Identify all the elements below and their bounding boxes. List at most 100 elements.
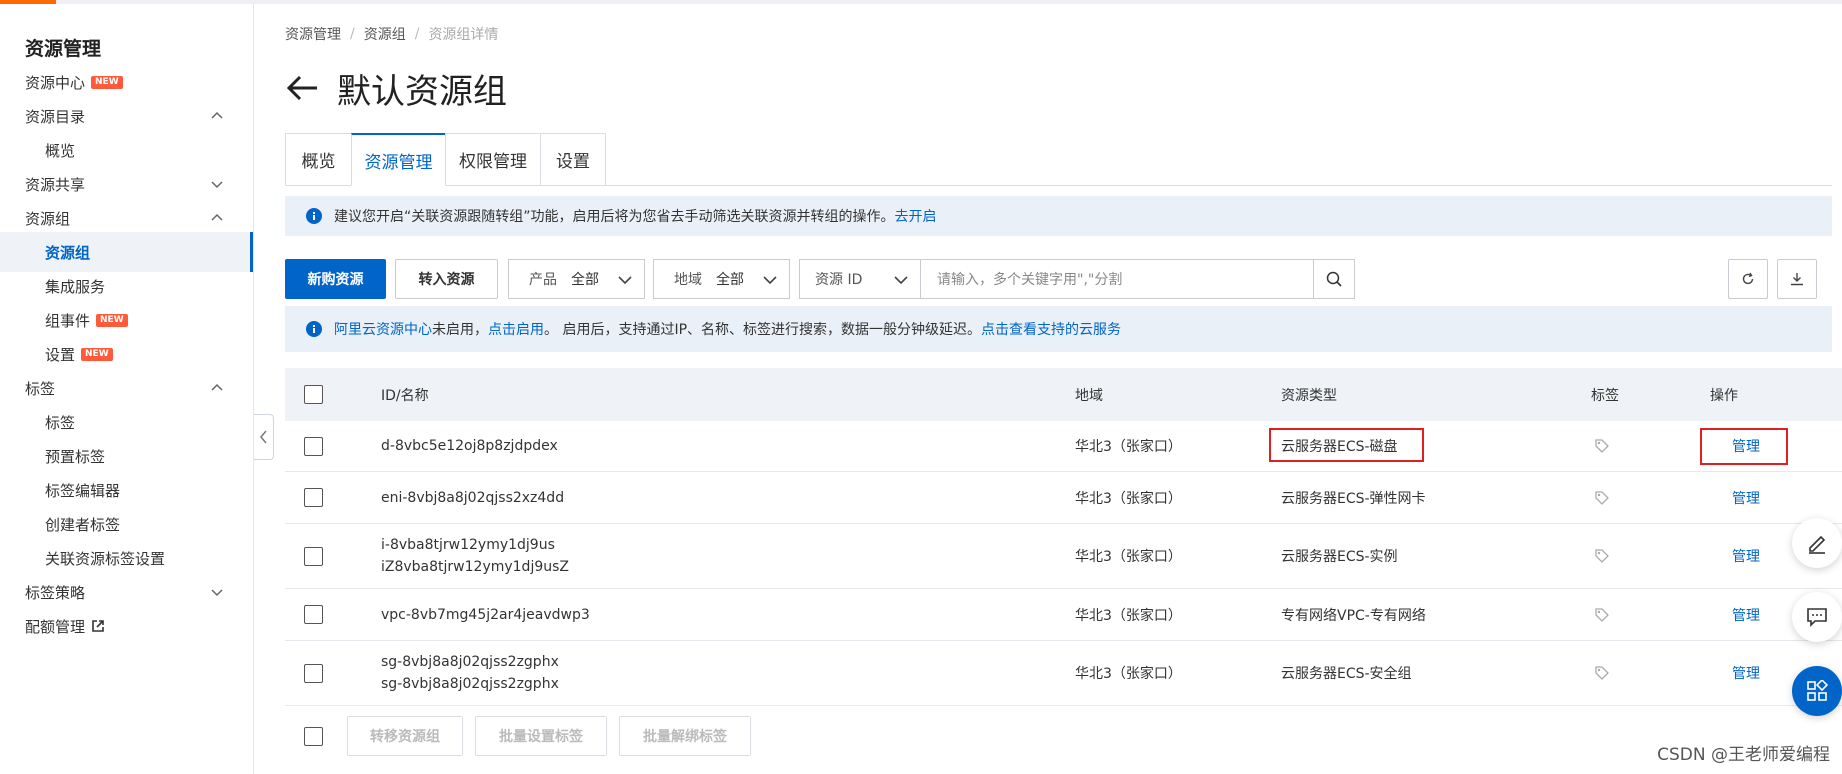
search-input[interactable]: 请输入，多个关键字用","分割 (921, 259, 1314, 299)
tag-icon[interactable] (1594, 607, 1610, 623)
chevron-down-icon (211, 589, 223, 597)
back-arrow-icon[interactable] (285, 73, 319, 103)
sidebar-collapse-handle[interactable] (254, 414, 274, 460)
region-cell: 华北3（张家口） (1075, 439, 1182, 455)
region-cell: 华北3（张家口） (1075, 490, 1182, 507)
manage-link[interactable]: 管理 (1732, 488, 1760, 508)
resource-center-link[interactable]: 阿里云资源中心 (334, 319, 432, 339)
resource-name: iZ8vba8tjrw12ymy1dj9usZ (381, 559, 570, 575)
buy-resource-button[interactable]: 新购资源 (285, 259, 386, 299)
enable-link[interactable]: 去开启 (895, 206, 937, 226)
resource-id-cell: sg-8vbj8a8j02qjss2zgphx sg-8vbj8a8j02qjs… (381, 641, 559, 705)
sidebar-item-label: 创建者标签 (45, 515, 121, 534)
row-checkbox[interactable] (304, 488, 323, 507)
select-all-checkbox[interactable] (304, 385, 323, 404)
info-icon (306, 321, 322, 337)
chat-icon (1807, 608, 1827, 627)
batch-set-tags-button[interactable]: 批量设置标签 (475, 716, 607, 756)
resource-type-cell: 云服务器ECS-安全组 (1281, 666, 1412, 682)
page-header: 默认资源组 (285, 66, 507, 112)
table-row: vpc-8vb7mg45j2ar4jeavdwp3 华北3（张家口） 专有网络V… (285, 589, 1842, 641)
tag-icon[interactable] (1594, 665, 1610, 681)
resource-id: eni-8vbj8a8j02qjss2xz4dd (381, 489, 565, 506)
chevron-down-icon (763, 276, 777, 285)
manage-link[interactable]: 管理 (1732, 546, 1760, 566)
batch-unbind-tags-button[interactable]: 批量解绑标签 (619, 716, 751, 756)
sidebar-item-label: 资源共享 (25, 175, 86, 194)
tag-icon[interactable] (1594, 438, 1610, 454)
manage-link-cell: 管理 (1732, 472, 1760, 523)
tag-cell (1594, 472, 1610, 523)
download-button[interactable] (1777, 259, 1817, 299)
sidebar-item-label: 配额管理 (25, 617, 86, 636)
table-header: ID/名称 地域 资源类型 标签 操作 (285, 368, 1842, 421)
breadcrumb-separator: / (350, 26, 355, 42)
select-all-checkbox-cell (304, 368, 323, 421)
manage-link[interactable]: 管理 (1732, 605, 1760, 625)
tag-icon[interactable] (1594, 490, 1610, 506)
search-icon (1326, 271, 1342, 287)
supported-services-link[interactable]: 点击查看支持的云服务 (981, 319, 1121, 339)
search-key-select[interactable]: 资源 ID (799, 259, 921, 299)
tab-settings[interactable]: 设置 (540, 133, 606, 186)
resource-type-cell: 云服务器ECS-实例 (1281, 549, 1398, 565)
feedback-float-button[interactable] (1792, 592, 1842, 642)
chevron-up-icon (211, 213, 223, 221)
row-checkbox[interactable] (304, 546, 323, 566)
chevron-down-icon (894, 276, 908, 285)
manage-link-cell: 管理 (1732, 524, 1760, 588)
tag-cell (1594, 589, 1610, 640)
row-checkbox[interactable] (304, 436, 323, 456)
highlight-box (1269, 428, 1424, 462)
tag-cell (1594, 421, 1610, 471)
transfer-in-button[interactable]: 转入资源 (395, 259, 498, 299)
resource-type-cell: 云服务器ECS-弹性网卡 (1281, 490, 1426, 507)
refresh-button[interactable] (1728, 259, 1768, 299)
manage-link[interactable]: 管理 (1732, 663, 1760, 683)
product-filter-select[interactable]: 产品 全部 (508, 259, 645, 299)
chevron-down-icon (618, 276, 632, 285)
table-row: sg-8vbj8a8j02qjss2zgphx sg-8vbj8a8j02qjs… (285, 641, 1842, 706)
notice-text: 未启用， (432, 322, 488, 338)
row-checkbox-cell (304, 421, 323, 471)
search-button[interactable] (1313, 259, 1355, 299)
transfer-group-button[interactable]: 转移资源组 (347, 716, 463, 756)
tab-overview[interactable]: 概览 (285, 133, 352, 186)
tab-resource-management[interactable]: 资源管理 (351, 133, 446, 186)
edit-float-button[interactable] (1792, 518, 1842, 568)
apps-float-button[interactable] (1792, 666, 1842, 716)
row-checkbox[interactable] (304, 663, 323, 683)
filter-value: 全部 (571, 272, 599, 288)
resource-id: sg-8vbj8a8j02qjss2zgphx (381, 654, 559, 670)
bulk-select-checkbox[interactable] (304, 727, 323, 746)
column-header-type: 资源类型 (1281, 387, 1337, 404)
breadcrumb-item[interactable]: 资源组 (364, 24, 406, 44)
region-cell: 华北3（张家口） (1075, 549, 1182, 565)
region-filter-select[interactable]: 地域 全部 (653, 259, 790, 299)
resource-id: d-8vbc5e12oj8p8zjdpdex (381, 438, 558, 454)
notice-banner: 建议您开启“关联资源跟随转组”功能，启用后将为您省去手动筛选关联资源并转组的操作… (285, 196, 1832, 236)
edit-icon (1809, 535, 1826, 554)
top-bar (0, 0, 1842, 4)
column-header-region: 地域 (1075, 387, 1103, 404)
sidebar-item-quota-management[interactable]: 配额管理 (0, 606, 253, 646)
bulk-select-checkbox-cell (304, 727, 323, 746)
chevron-up-icon (211, 111, 223, 119)
tab-permission-management[interactable]: 权限管理 (445, 133, 541, 186)
breadcrumb-item[interactable]: 资源管理 (285, 24, 341, 44)
bulk-action-bar: 转移资源组 批量设置标签 批量解绑标签 (285, 716, 1285, 758)
search-key-label: 资源 ID (815, 272, 863, 288)
column-header-action: 操作 (1710, 387, 1738, 404)
row-checkbox[interactable] (304, 605, 323, 624)
sidebar-item-label: 概览 (45, 141, 76, 160)
page-title: 默认资源组 (337, 71, 507, 112)
tag-icon[interactable] (1594, 548, 1610, 564)
sidebar-title: 资源管理 (25, 38, 102, 60)
enable-link[interactable]: 点击启用 (488, 319, 544, 339)
download-icon (1791, 273, 1803, 286)
row-checkbox-cell (304, 472, 323, 523)
sidebar-item-label: 资源组 (25, 209, 71, 228)
row-checkbox-cell (304, 589, 323, 640)
notice-text: 建议您开启“关联资源跟随转组”功能，启用后将为您省去手动筛选关联资源并转组的操作… (334, 209, 895, 225)
table-row: i-8vba8tjrw12ymy1dj9us iZ8vba8tjrw12ymy1… (285, 524, 1842, 589)
